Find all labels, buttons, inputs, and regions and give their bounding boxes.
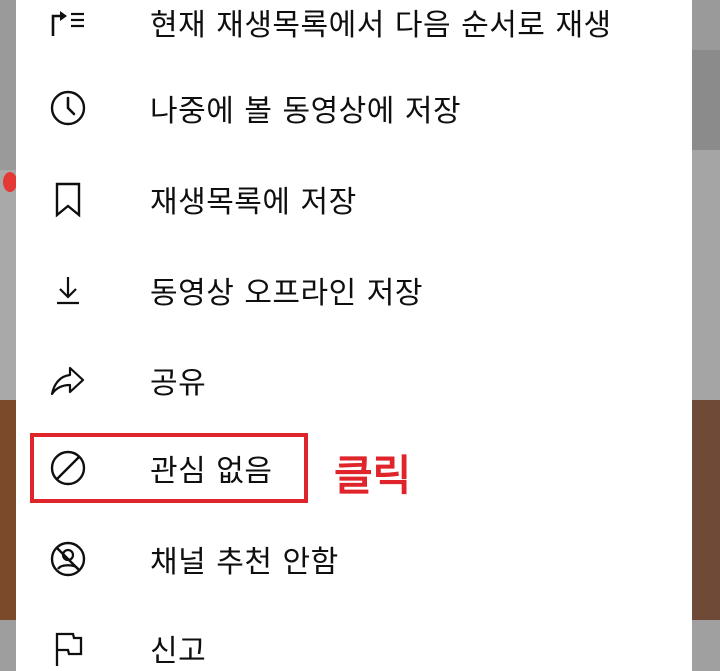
menu-item-report[interactable]: 신고 [16,603,692,671]
dont-recommend-channel-icon [46,537,90,581]
menu-item-label: 나중에 볼 동영상에 저장 [150,94,462,129]
menu-item-label: 공유 [150,366,207,401]
menu-item-label: 동영상 오프라인 저장 [150,276,423,311]
menu-item-play-next[interactable]: 현재 재생목록에서 다음 순서로 재생 [16,0,692,67]
screen: 현재 재생목록에서 다음 순서로 재생 나중에 볼 동영상에 저장 재생목록에 … [0,0,720,671]
share-icon [46,358,90,402]
menu-item-watch-later[interactable]: 나중에 볼 동영상에 저장 [16,63,692,153]
background-app-left [0,0,17,671]
bookmark-icon [46,177,90,221]
download-icon [46,268,90,312]
background-app-right [692,0,720,671]
menu-item-share[interactable]: 공유 [16,335,692,425]
menu-item-save-playlist[interactable]: 재생목록에 저장 [16,154,692,244]
menu-item-label: 채널 추천 안함 [150,545,339,580]
context-menu-sheet: 현재 재생목록에서 다음 순서로 재생 나중에 볼 동영상에 저장 재생목록에 … [16,0,692,671]
menu-item-dont-recommend-channel[interactable]: 채널 추천 안함 [16,514,692,604]
clock-icon [46,86,90,130]
menu-item-label: 현재 재생목록에서 다음 순서로 재생 [150,8,612,43]
play-next-icon [46,0,90,44]
background-indicator-dot [3,172,17,192]
click-annotation: 클릭 [334,451,412,500]
menu-item-label: 재생목록에 저장 [150,185,357,220]
menu-item-label: 신고 [150,634,207,669]
menu-item-download[interactable]: 동영상 오프라인 저장 [16,245,692,335]
flag-icon [46,626,90,670]
click-highlight-box [30,433,308,503]
